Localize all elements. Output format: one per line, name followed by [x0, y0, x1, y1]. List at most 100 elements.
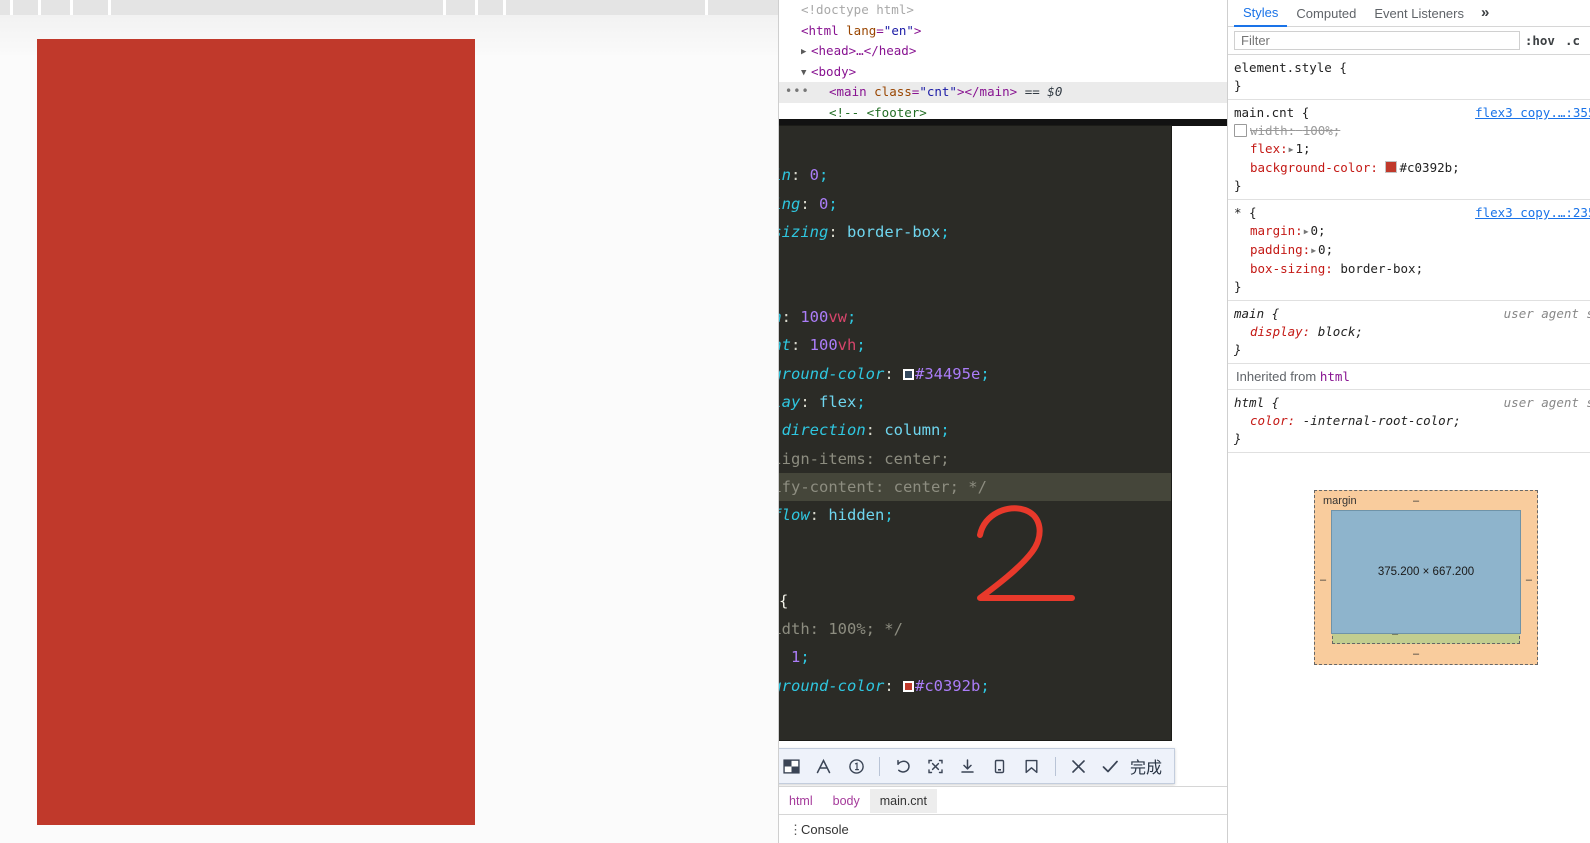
dom-token: "en"	[883, 22, 914, 38]
declaration-value[interactable]: 0;	[1311, 223, 1326, 238]
css-declaration[interactable]: width: 100%;	[1234, 122, 1585, 140]
code-tokens: /* width: 100%; */	[779, 620, 903, 638]
css-declaration[interactable]: margin:▶ 0;	[1234, 222, 1585, 241]
code-tokens: box-sizing: border-box;	[779, 223, 950, 241]
declaration-value[interactable]: #c0392b;	[1399, 160, 1459, 175]
done-button-label[interactable]: 完成	[1128, 754, 1166, 778]
box-model-diagram: margin – – – – border – – – – padding – …	[1228, 485, 1590, 670]
code-tokens: overflow: hidden;	[779, 506, 894, 525]
box-model-margin-bottom[interactable]: –	[1413, 648, 1419, 660]
code-token: hidden	[828, 506, 885, 525]
console-kebab-icon[interactable]: ⋮	[789, 823, 802, 836]
css-selector[interactable]: element.style {	[1234, 59, 1585, 77]
declaration-property[interactable]: flex:	[1250, 141, 1288, 156]
styles-panel-tabs[interactable]: Styles Computed Event Listeners»	[1228, 0, 1590, 27]
box-model-margin-left[interactable]: –	[1320, 574, 1326, 586]
declaration-property[interactable]: box-sizing:	[1250, 261, 1333, 276]
css-declaration[interactable]: color: -internal-root-color;	[1234, 412, 1585, 430]
dom-token: lang	[846, 22, 877, 38]
code-token: ;	[980, 676, 990, 695]
dom-tree-node[interactable]: <!doctype html>	[779, 0, 1228, 21]
dom-tree-node[interactable]: ▶ <head>…</head>	[779, 41, 1228, 62]
tab-styles[interactable]: Styles	[1234, 1, 1288, 27]
css-rule-block[interactable]: html {user agent stycolor: -internal-roo…	[1228, 390, 1590, 453]
code-token: :	[779, 648, 791, 666]
dom-tree[interactable]: <!doctype html> <html lang="en"> ▶ <head>…<…	[779, 0, 1228, 125]
css-declaration[interactable]: background-color: #c0392b;	[1234, 159, 1585, 177]
stylesheet-source-link[interactable]: flex3 copy.…:3555	[1475, 104, 1590, 122]
hov-toggle[interactable]: :hov	[1520, 33, 1560, 48]
declaration-property[interactable]: width:	[1250, 123, 1295, 138]
text-tool-icon[interactable]	[809, 751, 839, 781]
ocr-button-icon[interactable]	[920, 751, 950, 781]
undo-button-icon[interactable]	[888, 751, 918, 781]
css-rules-list: element.style {} main.cnt {flex3 copy.…:3…	[1228, 55, 1590, 453]
dom-token: <html	[801, 22, 847, 38]
send-to-phone-button-icon[interactable]	[984, 751, 1014, 781]
declaration-property[interactable]: display:	[1250, 324, 1310, 339]
declaration-value[interactable]: 1;	[1295, 141, 1310, 156]
dom-node-ellipsis-badge[interactable]: •••	[785, 85, 810, 98]
expand-shorthand-icon[interactable]: ▶	[1289, 141, 1294, 159]
code-token: 1	[791, 648, 801, 667]
console-drawer[interactable]: ⋮ Console	[779, 814, 1228, 843]
inherited-from-tag[interactable]: html	[1320, 369, 1350, 384]
styles-filter-input[interactable]	[1234, 31, 1520, 50]
box-model-margin-right[interactable]: –	[1526, 574, 1532, 586]
declaration-property[interactable]: margin:	[1250, 223, 1303, 238]
dom-token: <!-- <footer>	[829, 104, 927, 120]
declaration-value[interactable]: block;	[1318, 324, 1363, 339]
box-model-content-size[interactable]: 375.200 × 667.200	[1331, 510, 1521, 634]
css-rule-block[interactable]: element.style {}	[1228, 55, 1590, 100]
expand-shorthand-icon[interactable]: ▶	[1304, 223, 1309, 241]
more-tabs-icon[interactable]: »	[1473, 1, 1497, 26]
code-token: ;	[828, 194, 838, 213]
code-line: overflow: hidden;	[779, 501, 1171, 529]
dom-tree-node[interactable]: ▼ <body>	[779, 62, 1228, 83]
declaration-property[interactable]: color:	[1250, 413, 1295, 428]
download-button-icon[interactable]	[952, 751, 982, 781]
mosaic-tool-icon[interactable]	[779, 751, 807, 781]
screenshot-annotation-toolbar[interactable]: 完成	[779, 748, 1175, 784]
css-rule-block[interactable]: main {user agent stydisplay: block;}	[1228, 301, 1590, 364]
inherited-from-header: Inherited from html	[1228, 364, 1590, 390]
tab-computed[interactable]: Computed	[1287, 2, 1365, 26]
number-marker-tool-icon[interactable]	[841, 751, 871, 781]
box-model-margin-top[interactable]: –	[1413, 495, 1419, 507]
declaration-property[interactable]: padding:	[1250, 242, 1310, 257]
tab-event-listeners[interactable]: Event Listeners	[1365, 2, 1473, 26]
css-rule-block[interactable]: main.cnt {flex3 copy.…:3555width: 100%;f…	[1228, 100, 1590, 200]
declaration-enable-checkbox[interactable]	[1234, 124, 1247, 137]
code-line: width: 100vw;	[779, 303, 1171, 331]
close-icon[interactable]	[1064, 751, 1094, 781]
pin-button-icon[interactable]	[1017, 751, 1047, 781]
color-swatch-icon[interactable]	[1385, 161, 1398, 173]
declaration-value[interactable]: -internal-root-color;	[1303, 413, 1461, 428]
declaration-property[interactable]: background-color:	[1250, 160, 1378, 175]
dom-tree-node[interactable]: <html lang="en">	[779, 21, 1228, 42]
dom-node-expand-triangle-icon[interactable]: ▼	[801, 63, 811, 84]
css-declaration[interactable]: box-sizing: border-box;	[1234, 260, 1585, 278]
color-swatch-icon	[902, 368, 914, 380]
stylesheet-source-link[interactable]: flex3 copy.…:2355	[1475, 204, 1590, 222]
declaration-value[interactable]: 100%;	[1303, 123, 1341, 138]
expand-shorthand-icon[interactable]: ▶	[1311, 242, 1316, 260]
code-token: overflow	[779, 506, 810, 525]
breadcrumb-item-body[interactable]: body	[823, 789, 870, 813]
breadcrumb-item-main-cnt[interactable]: main.cnt	[869, 789, 937, 813]
dom-tree-node[interactable]: ••• <main class="cnt"></main> == $0	[779, 82, 1228, 103]
styles-filter-row[interactable]: :hov .c	[1228, 27, 1590, 55]
css-declaration[interactable]: padding:▶ 0;	[1234, 241, 1585, 260]
declaration-value[interactable]: 0;	[1318, 242, 1333, 257]
toolbar-separator-1	[879, 756, 880, 776]
declaration-value[interactable]: border-box;	[1340, 261, 1423, 276]
css-declaration[interactable]: display: block;	[1234, 323, 1585, 341]
breadcrumb-item-html[interactable]: html	[779, 789, 823, 813]
confirm-check-icon[interactable]	[1096, 751, 1126, 781]
breadcrumb[interactable]: html body main.cnt	[779, 786, 1228, 815]
cls-toggle[interactable]: .c	[1560, 33, 1585, 48]
dom-node-expand-triangle-icon[interactable]: ▶	[801, 42, 811, 63]
code-line: background-color: #34495e;	[779, 360, 1171, 388]
css-rule-block[interactable]: * {flex3 copy.…:2355margin:▶0;padding:▶0…	[1228, 200, 1590, 301]
css-declaration[interactable]: flex:▶ 1;	[1234, 140, 1585, 159]
